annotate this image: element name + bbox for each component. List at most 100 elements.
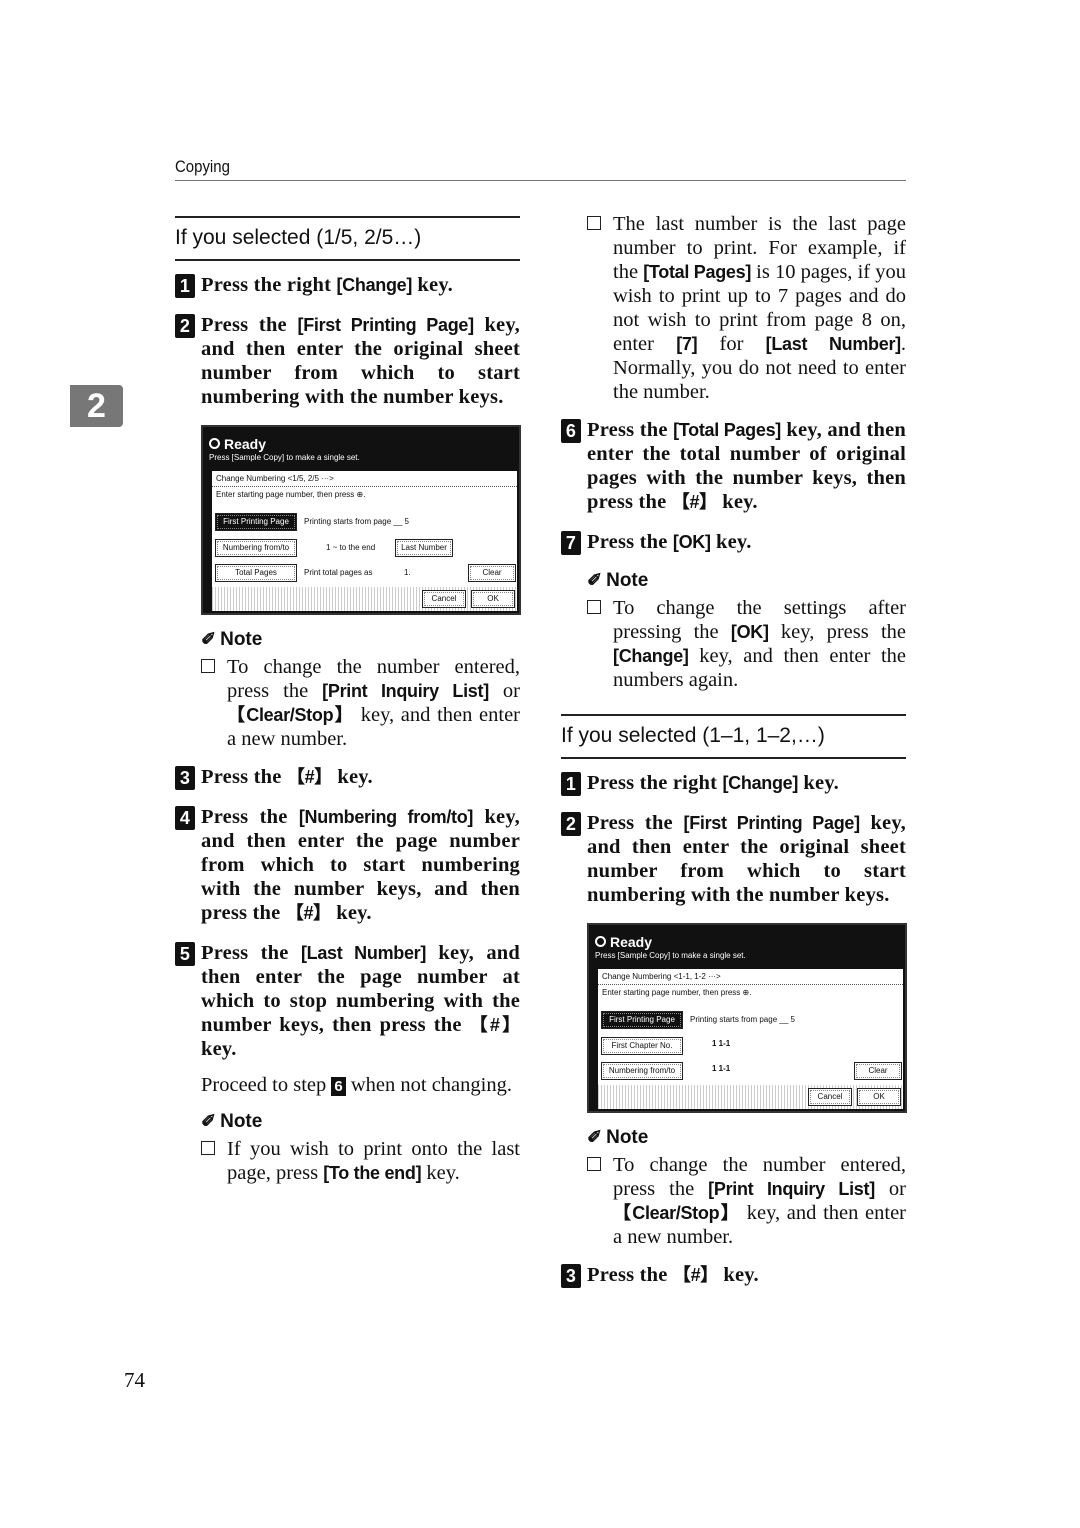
text-segment: Press the right (587, 772, 723, 794)
first-printing-page-button[interactable]: First Printing Page (215, 513, 297, 531)
cancel-button[interactable]: Cancel (808, 1088, 852, 1106)
right-column: The last number is the last page number … (561, 212, 907, 1303)
status-text: Ready (610, 934, 653, 950)
section-title: If you selected (1/5, 2/5…) (175, 216, 520, 261)
start-page-text: Printing starts from page __ 5 (304, 517, 409, 526)
step-number: 6 (561, 419, 581, 443)
step-number: 4 (175, 806, 195, 830)
step-text: Press the right [Change] key. (587, 772, 839, 794)
step-text: Press the 【#】 key. (587, 1264, 759, 1286)
left-column: If you selected (1/5, 2/5…) 1 Press the r… (175, 216, 521, 1199)
step-text: Press the [Numbering from/to] key, and t… (201, 806, 520, 924)
pencil-icon: ✐ (201, 1111, 217, 1131)
range-text: 1 ~ to the end (326, 543, 376, 552)
clear-button[interactable]: Clear (854, 1062, 902, 1080)
text-segment: when not changing. (345, 1074, 512, 1096)
key-name: 【Clear/Stop】 (613, 1203, 741, 1223)
text-segment: key. (718, 1264, 759, 1286)
step-text: Press the 【#】 key. (201, 766, 373, 788)
step-reference: 6 (331, 1077, 346, 1096)
header-rule (175, 180, 906, 181)
key-name: [Last Number] (300, 943, 427, 963)
key-name: [To the end] (323, 1163, 422, 1183)
step: 4 Press the [Numbering from/to] key, and … (175, 805, 520, 925)
step-text: Press the right [Change] key. (201, 274, 453, 296)
text-segment: key. (421, 1162, 460, 1184)
note-text: The last number is the last page number … (613, 213, 906, 403)
note-item: The last number is the last page number … (561, 212, 906, 404)
numbering-from-to-button[interactable]: Numbering from/to (215, 539, 297, 557)
ok-button[interactable]: OK (857, 1088, 901, 1106)
key-name: [Print Inquiry List] (708, 1179, 875, 1199)
start-page-text: Printing starts from page __ 5 (690, 1015, 795, 1024)
control-panel-screen: Ready Press [Sample Copy] to make a sing… (201, 425, 521, 615)
ok-button[interactable]: OK (471, 590, 515, 608)
note-text: To change the number entered, press the … (613, 1154, 906, 1248)
clear-button[interactable]: Clear (468, 564, 516, 582)
page-number: 74 (124, 1368, 145, 1392)
step-list: 1 Press the right [Change] key. 2 Press the… (561, 771, 906, 907)
text-segment: Press the (201, 806, 299, 828)
footer-bar: Cancel OK (212, 587, 517, 611)
key-name: [Total Pages] (643, 262, 752, 282)
checkbox-bullet-icon (201, 1141, 215, 1155)
text-segment: key. (412, 274, 453, 296)
text-segment: key. (798, 772, 839, 794)
status-text: Ready (224, 436, 267, 452)
step: 2 Press the [First Printing Page] key, an… (175, 313, 520, 409)
hint-text: Press [Sample Copy] to make a single set… (209, 453, 360, 462)
key-name: 【#】 (286, 767, 333, 787)
numbering-panel: Change Numbering <1-1, 1-2 ···> Enter st… (598, 969, 903, 1085)
step-number: 3 (175, 766, 195, 790)
proceed-text: Proceed to step 6 when not changing. (175, 1073, 520, 1097)
key-name: 【Clear/Stop】 (227, 705, 355, 725)
cancel-button[interactable]: Cancel (422, 590, 466, 608)
key-name: [OK] (672, 532, 711, 552)
range-text: 1 1-1 (712, 1064, 731, 1073)
key-name: 【#】 (285, 903, 331, 923)
panel-instruction: Enter starting page number, then press ⊕… (216, 490, 366, 499)
chapter-tab: 2 (70, 385, 123, 427)
text-segment: Press the (587, 419, 674, 441)
step-number: 1 (175, 274, 195, 298)
step-text: Press the [OK] key. (587, 531, 752, 553)
note-item: If you wish to print onto the last page,… (175, 1137, 520, 1185)
ready-icon (209, 438, 220, 449)
step: 3 Press the 【#】 key. (175, 765, 520, 790)
panel-title: Change Numbering <1/5, 2/5 ···> (212, 471, 517, 487)
checkbox-bullet-icon (587, 600, 601, 614)
key-name: [First Printing Page] (683, 813, 861, 833)
step-list: 3 Press the 【#】 key. (561, 1263, 906, 1288)
checkbox-bullet-icon (587, 1157, 601, 1171)
first-printing-page-button[interactable]: First Printing Page (601, 1011, 683, 1029)
note-heading: ✐ Note (201, 629, 263, 650)
text-segment: Press the (587, 1264, 673, 1286)
note-text: To change the settings after pressing th… (613, 597, 906, 691)
text-segment: Press the (201, 942, 301, 964)
step: 3 Press the 【#】 key. (561, 1263, 906, 1288)
numbering-from-to-button[interactable]: Numbering from/to (601, 1062, 683, 1080)
step-number: 1 (561, 772, 581, 796)
key-name: [First Printing Page] (297, 315, 475, 335)
last-number-button[interactable]: Last Number (395, 539, 453, 557)
step-number: 3 (561, 1264, 581, 1288)
text-segment: Press the (587, 531, 673, 553)
checkbox-bullet-icon (201, 659, 215, 673)
ready-icon (595, 936, 606, 947)
step: 6 Press the [Total Pages] key, and then e… (561, 418, 906, 514)
pencil-icon: ✐ (201, 629, 217, 649)
numbering-panel: Change Numbering <1/5, 2/5 ···> Enter st… (212, 471, 517, 587)
note-heading: ✐ Note (587, 570, 649, 591)
key-name: [Last Number] (765, 334, 902, 354)
step: 5 Press the [Last Number] key, and then e… (175, 941, 520, 1061)
text-segment: or (874, 1178, 906, 1200)
hint-text: Press [Sample Copy] to make a single set… (595, 951, 746, 960)
step-text: Press the [First Printing Page] key, and… (201, 314, 520, 408)
key-name: 【#】 (469, 1015, 521, 1035)
step-text: Press the [Last Number] key, and then en… (201, 942, 520, 1060)
text-segment: Press the (201, 314, 298, 336)
total-pages-button[interactable]: Total Pages (215, 564, 297, 582)
control-panel-screen: Ready Press [Sample Copy] to make a sing… (587, 923, 907, 1113)
first-chapter-button[interactable]: First Chapter No. (601, 1037, 683, 1055)
step: 1 Press the right [Change] key. (175, 273, 520, 298)
